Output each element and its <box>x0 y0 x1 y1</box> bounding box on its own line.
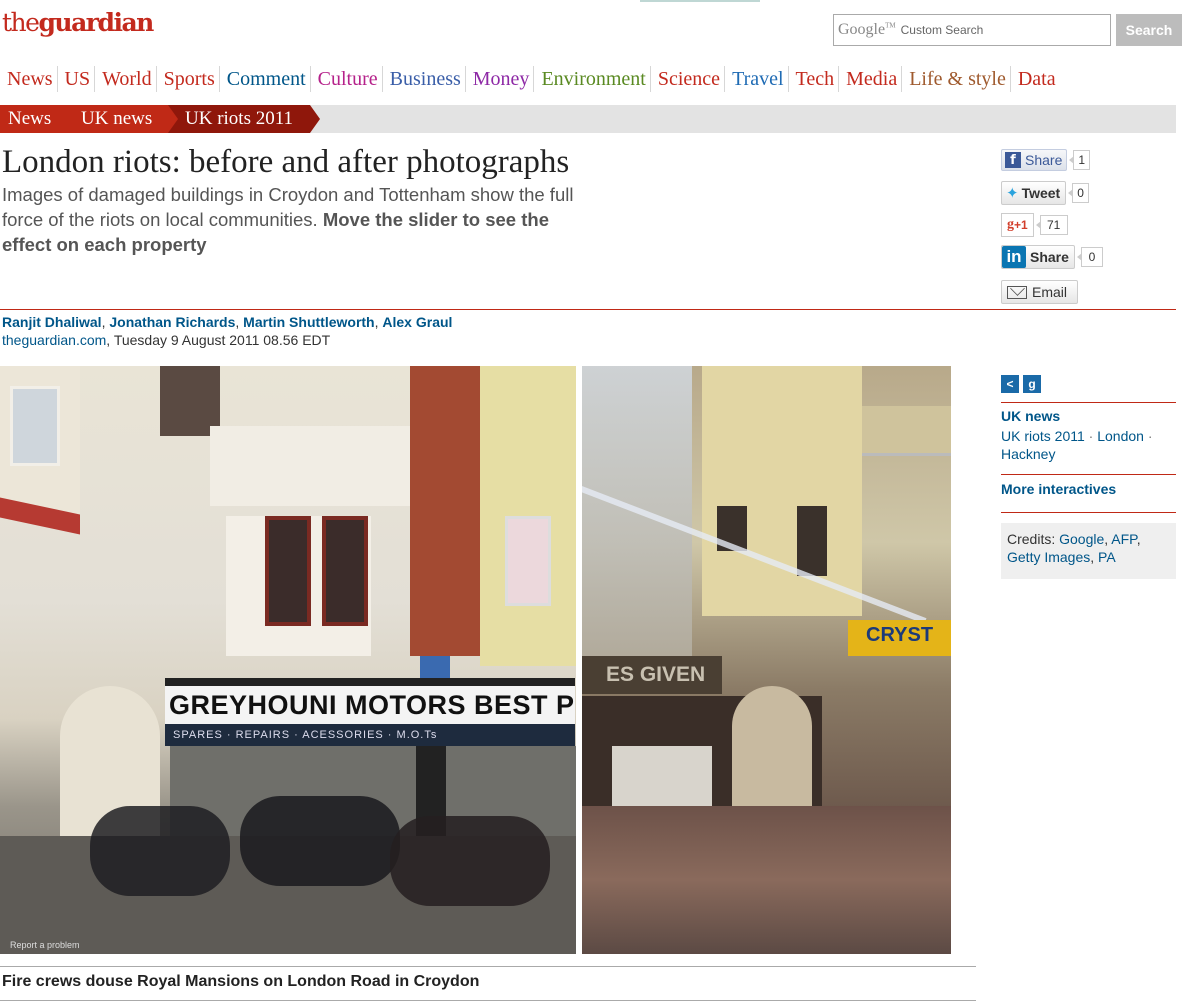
shop-band: SPARES · REPAIRS · ACESSORIES · M.O.Ts <box>165 724 575 746</box>
top-accent-line <box>640 0 760 2</box>
google-brand: GoogleTM <box>838 21 896 38</box>
section-title[interactable]: UK news <box>1001 408 1060 424</box>
link-london[interactable]: London <box>1097 428 1144 444</box>
search-input[interactable]: GoogleTM Custom Search <box>833 14 1111 46</box>
credit-google[interactable]: Google <box>1059 531 1104 547</box>
nav-item-business[interactable]: Business <box>381 66 465 92</box>
caption-rule-bottom <box>0 1000 976 1001</box>
before-photo: GREYHOUNI MOTORS BEST PRI SPARES · REPAI… <box>0 366 576 954</box>
divider <box>1001 474 1176 475</box>
search-placeholder: Custom Search <box>900 23 984 37</box>
linkedin-share[interactable]: in Share 0 <box>1001 245 1103 269</box>
standfirst: Images of damaged buildings in Croydon a… <box>2 184 574 255</box>
gplus-button[interactable]: g +1 71 <box>1001 213 1068 237</box>
author-link[interactable]: Jonathan Richards <box>109 314 235 330</box>
caption-rule-top <box>0 966 976 967</box>
nav-item-life-style[interactable]: Life & style <box>901 66 1010 92</box>
nav-item-data[interactable]: Data <box>1009 66 1060 92</box>
burnt-shop-sign: ES GIVEN <box>582 656 722 694</box>
section-nav: News US World Sports Comment Culture Business M… <box>0 64 1060 94</box>
facebook-icon: f <box>1005 152 1021 168</box>
nav-item-us[interactable]: US <box>56 66 95 92</box>
facebook-share[interactable]: f Share 1 <box>1001 149 1091 171</box>
author-link[interactable]: Alex Graul <box>382 314 452 330</box>
nav-item-tech[interactable]: Tech <box>787 66 839 92</box>
author-link[interactable]: Martin Shuttleworth <box>243 314 374 330</box>
after-photo: ES GIVEN CRYST <box>582 366 951 954</box>
link-hackney[interactable]: Hackney <box>1001 446 1055 462</box>
link-uk-riots-2011[interactable]: UK riots 2011 <box>1001 428 1085 444</box>
google-icon[interactable]: g <box>1023 375 1041 393</box>
nav-item-news[interactable]: News <box>0 66 57 92</box>
gplus-count: 71 <box>1035 215 1068 235</box>
share-icon[interactable]: < <box>1001 375 1019 393</box>
nav-item-sports[interactable]: Sports <box>155 66 219 92</box>
breadcrumb: News UK news UK riots 2011 <box>0 105 1176 133</box>
share-icons: < g <box>1001 375 1041 393</box>
nav-item-world[interactable]: World <box>94 66 156 92</box>
guardian-logo[interactable]: theguardian <box>2 8 154 37</box>
divider <box>1001 402 1176 403</box>
credits-box: Credits: Google, AFP, Getty Images, PA <box>1001 523 1176 579</box>
credit-pa[interactable]: PA <box>1098 549 1116 565</box>
envelope-icon <box>1007 285 1027 299</box>
source-link[interactable]: theguardian.com <box>2 332 106 348</box>
more-interactives-link[interactable]: More interactives <box>1001 481 1116 497</box>
nav-item-environment[interactable]: Environment <box>533 66 649 92</box>
logo-name: guardian <box>38 8 154 37</box>
byline: Ranjit Dhaliwal, Jonathan Richards, Mart… <box>2 314 453 330</box>
photo-caption: Fire crews douse Royal Mansions on Londo… <box>2 973 480 990</box>
nav-item-science[interactable]: Science <box>649 66 724 92</box>
report-problem-link[interactable]: Report a problem <box>10 940 80 950</box>
nav-item-comment[interactable]: Comment <box>218 66 310 92</box>
linkedin-count: 0 <box>1076 247 1103 267</box>
credit-afp[interactable]: AFP <box>1111 531 1136 547</box>
credit-getty[interactable]: Getty Images <box>1007 549 1090 565</box>
breadcrumb-uk-riots-2011[interactable]: UK riots 2011 <box>168 105 320 133</box>
shop-sign: GREYHOUNI MOTORS BEST PRI <box>165 678 576 724</box>
tweet-button[interactable]: ✦ Tweet 0 <box>1001 181 1089 205</box>
facebook-count: 1 <box>1069 150 1091 170</box>
logo-the: the <box>2 8 40 37</box>
neighbour-shop-sign: CRYST <box>848 620 951 656</box>
gplus-icon: g +1 <box>1001 213 1034 237</box>
search-button[interactable]: Search <box>1116 14 1182 46</box>
linkedin-icon: in <box>1002 246 1026 268</box>
divider <box>0 309 1176 310</box>
dateline: theguardian.com, Tuesday 9 August 2011 0… <box>2 332 331 348</box>
breadcrumb-uk-news[interactable]: UK news <box>64 105 178 133</box>
nav-item-media[interactable]: Media <box>838 66 901 92</box>
page-title: London riots: before and after photograp… <box>2 144 570 180</box>
divider <box>1001 512 1176 513</box>
breadcrumb-news[interactable]: News <box>0 105 74 133</box>
email-button[interactable]: Email <box>1001 280 1078 304</box>
nav-item-culture[interactable]: Culture <box>309 66 382 92</box>
nav-item-money[interactable]: Money <box>464 66 534 92</box>
related-links: UK riots 2011 · London · Hackney <box>1001 428 1153 462</box>
nav-item-travel[interactable]: Travel <box>724 66 787 92</box>
tweet-count: 0 <box>1068 183 1089 203</box>
author-link[interactable]: Ranjit Dhaliwal <box>2 314 102 330</box>
twitter-bird-icon: ✦ <box>1006 185 1019 202</box>
